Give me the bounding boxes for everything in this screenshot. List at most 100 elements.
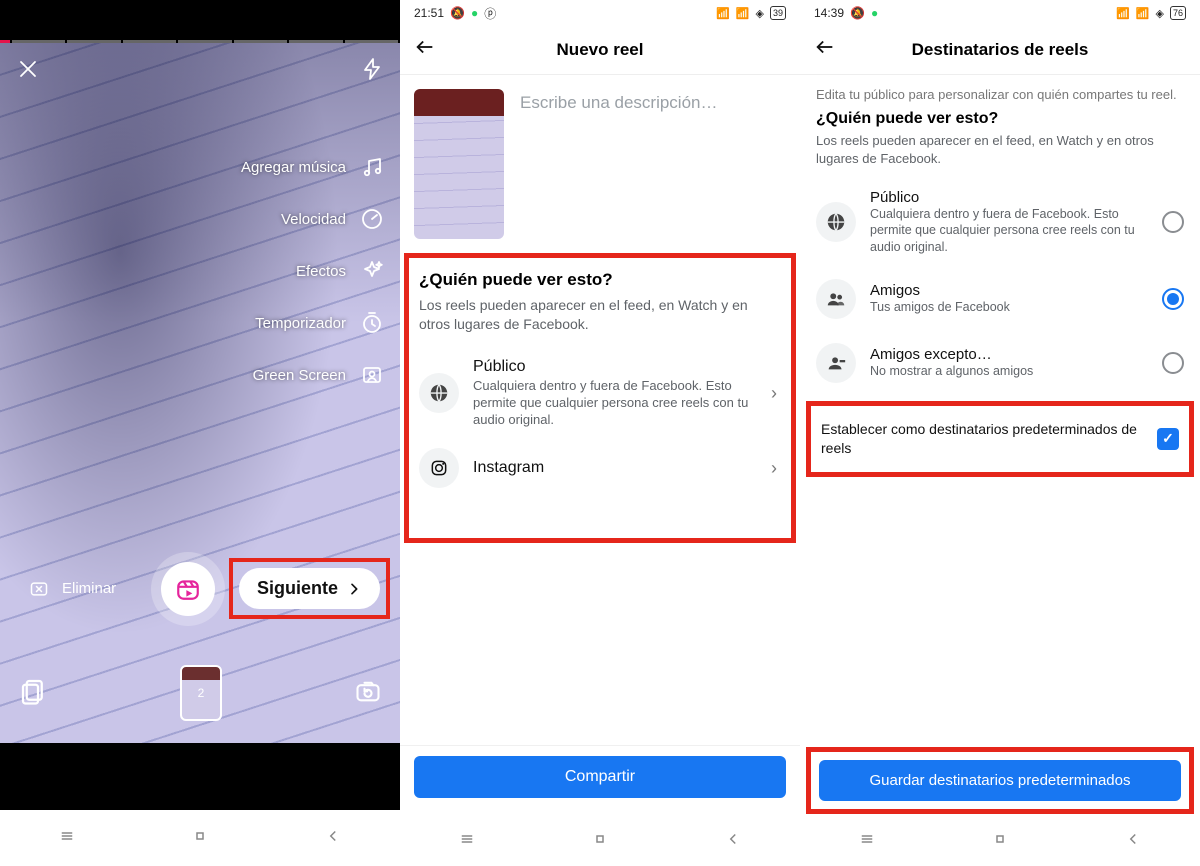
nav-home-icon[interactable] (991, 830, 1009, 853)
radio-friends-except[interactable] (1162, 352, 1184, 374)
next-button[interactable]: Siguiente (239, 568, 380, 609)
radio-friends[interactable] (1162, 288, 1184, 310)
signal-icon: 📶 (736, 7, 750, 20)
battery-indicator: 39 (770, 6, 786, 20)
highlight-save-button: Guardar destinatarios predeterminados (806, 747, 1194, 814)
screen-reel-camera: Agregar música Velocidad Efectos Tempori… (0, 0, 400, 866)
timer-icon (358, 309, 386, 337)
wifi-icon: ◈ (756, 7, 764, 20)
signal-icon: 📶 (716, 7, 730, 20)
chevron-right-icon: › (767, 458, 781, 479)
sparkle-icon (358, 257, 386, 285)
status-time: 14:39 (814, 6, 844, 20)
visibility-question: ¿Quién puede ver esto? (419, 270, 781, 290)
compose-row: Escribe una descripción… (400, 75, 800, 253)
status-bar-blank (0, 0, 400, 40)
chevron-right-icon (346, 581, 362, 597)
tool-label: Temporizador (255, 315, 346, 332)
header: Destinatarios de reels (800, 26, 1200, 75)
whatsapp-icon: ● (471, 6, 478, 20)
default-checkbox[interactable]: ✓ (1157, 428, 1179, 450)
flash-icon[interactable] (360, 57, 384, 86)
option-desc: No mostrar a algunos amigos (870, 363, 1148, 379)
camera-tools: Agregar música Velocidad Efectos Tempori… (241, 153, 386, 389)
highlight-visibility-section: ¿Quién puede ver esto? Los reels pueden … (404, 253, 796, 543)
green-screen-icon (358, 361, 386, 389)
audience-option-public[interactable]: Público Cualquiera dentro y fuera de Fac… (800, 177, 1200, 267)
status-bar: 21:51 🔕 ● ⓟ 📶 📶 ◈ 39 (400, 0, 800, 26)
clip-thumbnail[interactable]: 2 (180, 665, 222, 721)
page-title: Destinatarios de reels (834, 40, 1166, 60)
gallery-stack-icon[interactable] (18, 676, 48, 711)
visibility-subtext: Los reels pueden aparecer en el feed, en… (419, 296, 781, 334)
android-nav-bar (0, 810, 400, 866)
camera-viewport[interactable]: Agregar música Velocidad Efectos Tempori… (0, 43, 400, 743)
tool-label: Efectos (296, 263, 346, 280)
nav-back-icon[interactable] (1124, 830, 1142, 853)
signal-icon: 📶 (1116, 7, 1130, 20)
back-button[interactable] (414, 36, 434, 64)
nav-recent-icon[interactable] (58, 827, 76, 850)
signal-icon: 📶 (1136, 7, 1150, 20)
screen-new-reel: 21:51 🔕 ● ⓟ 📶 📶 ◈ 39 Nuevo reel Escribe … (400, 0, 800, 866)
tool-add-music[interactable]: Agregar música (241, 153, 386, 181)
reel-preview-thumbnail[interactable] (414, 89, 504, 239)
music-icon (358, 153, 386, 181)
friends-icon (816, 279, 856, 319)
option-desc: Tus amigos de Facebook (870, 299, 1148, 315)
flip-camera-icon[interactable] (354, 677, 382, 710)
next-label: Siguiente (257, 578, 338, 599)
option-title: Público (870, 189, 1148, 206)
option-desc: Cualquiera dentro y fuera de Facebook. E… (473, 378, 753, 429)
thumb-count: 2 (198, 686, 205, 700)
globe-icon (419, 373, 459, 413)
share-button[interactable]: Compartir (414, 756, 786, 798)
nav-recent-icon[interactable] (458, 830, 476, 853)
tool-effects[interactable]: Efectos (296, 257, 386, 285)
visibility-option-public[interactable]: Público Cualquiera dentro y fuera de Fac… (419, 348, 781, 439)
highlight-default-checkbox: Establecer como destinatarios predetermi… (806, 401, 1194, 477)
audience-option-friends-except[interactable]: Amigos excepto… No mostrar a algunos ami… (800, 331, 1200, 395)
save-button[interactable]: Guardar destinatarios predeterminados (819, 760, 1181, 801)
tool-speed[interactable]: Velocidad (281, 205, 386, 233)
tool-timer[interactable]: Temporizador (255, 309, 386, 337)
nav-recent-icon[interactable] (858, 830, 876, 853)
intro-text: Edita tu público para personalizar con q… (800, 75, 1200, 110)
instagram-icon (419, 448, 459, 488)
highlight-next: Siguiente (229, 558, 390, 619)
tool-green-screen[interactable]: Green Screen (253, 361, 386, 389)
page-title: Nuevo reel (434, 40, 766, 60)
delete-clip-button[interactable]: Eliminar (26, 579, 116, 599)
visibility-option-instagram[interactable]: Instagram › (419, 438, 781, 498)
nav-back-icon[interactable] (324, 827, 342, 850)
tool-label: Agregar música (241, 159, 346, 176)
battery-indicator: 76 (1170, 6, 1186, 20)
android-nav-bar (400, 816, 800, 866)
audience-option-friends[interactable]: Amigos Tus amigos de Facebook (800, 267, 1200, 331)
status-bar: 14:39 🔕 ● 📶 📶 ◈ 76 (800, 0, 1200, 26)
dnd-icon: 🔕 (450, 6, 465, 20)
back-button[interactable] (814, 36, 834, 64)
description-input[interactable]: Escribe una descripción… (520, 89, 717, 239)
android-nav-bar (800, 816, 1200, 866)
wifi-icon: ◈ (1156, 7, 1164, 20)
nav-back-icon[interactable] (724, 830, 742, 853)
speed-icon (358, 205, 386, 233)
default-checkbox-label: Establecer como destinatarios predetermi… (821, 420, 1147, 458)
friends-except-icon (816, 343, 856, 383)
bottom-action-bar: Compartir (400, 745, 800, 806)
radio-public[interactable] (1162, 211, 1184, 233)
delete-label: Eliminar (62, 580, 116, 597)
tool-label: Green Screen (253, 367, 346, 384)
tool-label: Velocidad (281, 211, 346, 228)
close-icon[interactable] (16, 57, 40, 86)
option-title: Público (473, 358, 753, 376)
option-title: Instagram (473, 459, 753, 477)
reel-badge-icon[interactable] (161, 562, 215, 616)
nav-home-icon[interactable] (591, 830, 609, 853)
header: Nuevo reel (400, 26, 800, 75)
status-time: 21:51 (414, 6, 444, 20)
pinterest-icon: ⓟ (484, 5, 496, 22)
nav-home-icon[interactable] (191, 827, 209, 850)
option-title: Amigos excepto… (870, 346, 1148, 363)
